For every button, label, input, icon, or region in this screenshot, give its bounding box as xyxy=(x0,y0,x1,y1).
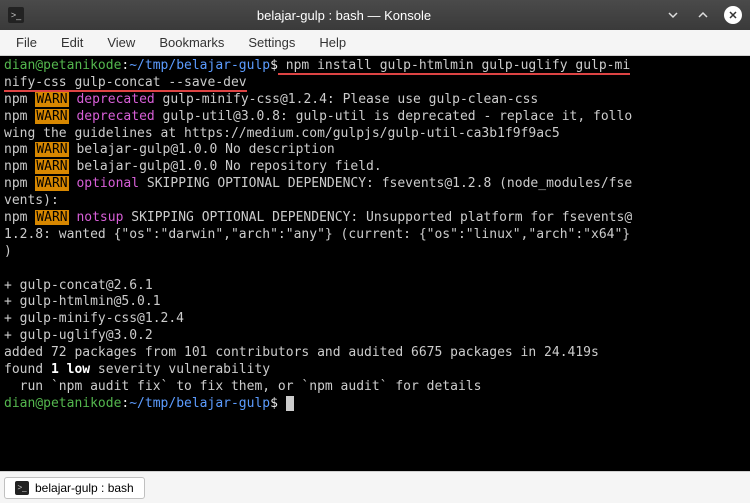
out-l6c: SKIPPING OPTIONAL DEPENDENCY: fsevents@1… xyxy=(139,176,632,191)
pkg-1: + gulp-concat@2.6.1 xyxy=(4,278,153,293)
optional-label: optional xyxy=(76,176,139,191)
menubar: File Edit View Bookmarks Settings Help xyxy=(0,30,750,56)
prompt-dollar: $ xyxy=(270,58,278,73)
out-l3: wing the guidelines at https://medium.co… xyxy=(4,126,560,141)
prompt-path: ~/tmp/belajar-gulp xyxy=(129,58,270,73)
tab-label: belajar-gulp : bash xyxy=(35,481,134,495)
terminal-output[interactable]: dian@petanikode:~/tmp/belajar-gulp$ npm … xyxy=(0,56,750,471)
summary: added 72 packages from 101 contributors … xyxy=(4,345,599,360)
menu-edit[interactable]: Edit xyxy=(49,31,95,54)
minimize-button[interactable] xyxy=(664,6,682,24)
pkg-4: + gulp-uglify@3.0.2 xyxy=(4,328,153,343)
out-l1a: npm xyxy=(4,92,35,107)
menu-settings[interactable]: Settings xyxy=(236,31,307,54)
out-l5b: belajar-gulp@1.0.0 No repository field. xyxy=(69,159,382,174)
notsup-label: notsup xyxy=(76,210,123,225)
warn-badge: WARN xyxy=(35,92,68,107)
command-line1: npm install gulp-htmlmin gulp-uglify gul… xyxy=(278,58,630,75)
command-line2: nify-css gulp-concat --save-dev xyxy=(4,75,247,92)
warn-badge: WARN xyxy=(35,142,68,157)
vuln-severity: low xyxy=(67,362,90,377)
vuln-a: found xyxy=(4,362,51,377)
menu-help[interactable]: Help xyxy=(307,31,358,54)
deprecated-label: deprecated xyxy=(76,92,154,107)
warn-badge: WARN xyxy=(35,176,68,191)
warn-badge: WARN xyxy=(35,159,68,174)
prompt-userhost: dian@petanikode xyxy=(4,58,121,73)
terminal-icon: >_ xyxy=(15,481,29,495)
warn-badge: WARN xyxy=(35,109,68,124)
out-l1c: gulp-minify-css@1.2.4: Please use gulp-c… xyxy=(155,92,539,107)
menu-file[interactable]: File xyxy=(4,31,49,54)
prompt-userhost: dian@petanikode xyxy=(4,396,121,411)
pkg-2: + gulp-htmlmin@5.0.1 xyxy=(4,294,161,309)
cursor xyxy=(286,396,294,411)
out-l2a: npm xyxy=(4,109,35,124)
menu-bookmarks[interactable]: Bookmarks xyxy=(147,31,236,54)
out-l6a: npm xyxy=(4,176,35,191)
vuln-c xyxy=(59,362,67,377)
app-icon: >_ xyxy=(8,7,24,23)
out-l5a: npm xyxy=(4,159,35,174)
prompt-path: ~/tmp/belajar-gulp xyxy=(129,396,270,411)
vuln-e: severity vulnerability xyxy=(90,362,270,377)
audit-fix: run `npm audit fix` to fix them, or `npm… xyxy=(4,379,481,394)
maximize-button[interactable] xyxy=(694,6,712,24)
out-l2c: gulp-util@3.0.8: gulp-util is deprecated… xyxy=(155,109,632,124)
out-l7: vents): xyxy=(4,193,59,208)
warn-badge: WARN xyxy=(35,210,68,225)
close-button[interactable] xyxy=(724,6,742,24)
pkg-3: + gulp-minify-css@1.2.4 xyxy=(4,311,184,326)
out-l8c: SKIPPING OPTIONAL DEPENDENCY: Unsupporte… xyxy=(123,210,632,225)
out-l4b: belajar-gulp@1.0.0 No description xyxy=(69,142,335,157)
terminal-tab[interactable]: >_ belajar-gulp : bash xyxy=(4,477,145,499)
deprecated-label: deprecated xyxy=(76,109,154,124)
menu-view[interactable]: View xyxy=(95,31,147,54)
out-l8a: npm xyxy=(4,210,35,225)
window-title: belajar-gulp : bash — Konsole xyxy=(24,8,664,23)
tabbar: >_ belajar-gulp : bash xyxy=(0,471,750,503)
out-l10: ) xyxy=(4,244,12,259)
out-l9: 1.2.8: wanted {"os":"darwin","arch":"any… xyxy=(4,227,630,242)
titlebar: >_ belajar-gulp : bash — Konsole xyxy=(0,0,750,30)
prompt-dollar: $ xyxy=(270,396,278,411)
vuln-count: 1 xyxy=(51,362,59,377)
out-l4a: npm xyxy=(4,142,35,157)
